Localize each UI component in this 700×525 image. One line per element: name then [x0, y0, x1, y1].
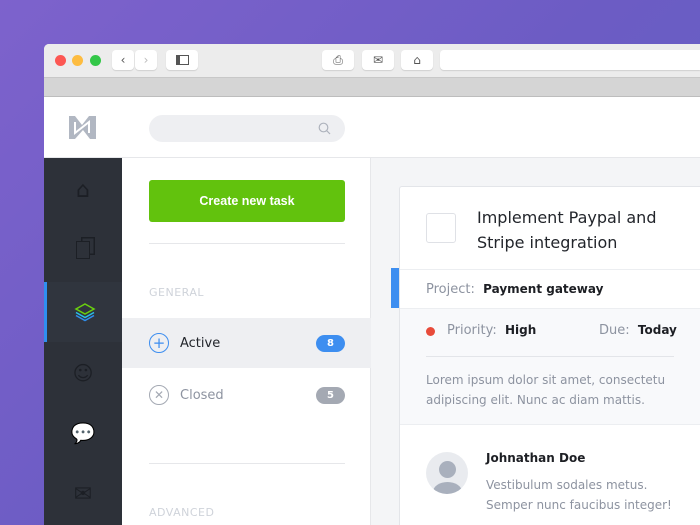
- sidebar-item-home[interactable]: ⌂: [44, 160, 122, 220]
- task-checkbox[interactable]: [426, 213, 456, 243]
- task-filter-panel: Create new task GENERAL + Active 8 ✕ Clo…: [122, 158, 371, 525]
- priority-value: High: [504, 323, 537, 337]
- sidebar-toggle-button[interactable]: [166, 50, 198, 70]
- task-card: Implement Paypal and Stripe integration …: [399, 186, 700, 525]
- tab-strip: [44, 78, 700, 97]
- due-value: Today: [637, 323, 677, 337]
- layers-icon: [73, 303, 96, 322]
- divider: [149, 243, 345, 244]
- filter-label: Closed: [180, 387, 224, 403]
- count-badge: 8: [316, 334, 345, 352]
- task-description: Lorem ipsum dolor sit amet, consectetu a…: [426, 373, 666, 407]
- home-icon: ⌂: [413, 53, 421, 67]
- avatar: [426, 452, 468, 494]
- priority: Priority: High: [447, 323, 536, 338]
- project-label: Project:: [426, 281, 475, 297]
- task-title: Implement Paypal and Stripe integration: [477, 208, 657, 252]
- chat-icon: 💬: [70, 421, 96, 445]
- section-advanced-heading: ADVANCED: [149, 506, 215, 519]
- print-button[interactable]: ⎙: [322, 50, 354, 70]
- due: Due: Today: [599, 323, 677, 338]
- create-task-button[interactable]: Create new task: [149, 180, 345, 222]
- main-content: Implement Paypal and Stripe integration …: [371, 158, 700, 525]
- divider: [426, 356, 674, 357]
- users-icon: ☺: [72, 361, 94, 385]
- filter-label: Active: [180, 335, 221, 351]
- app-header: [44, 97, 700, 158]
- sidebar-icon: [175, 55, 189, 65]
- documents-icon: [76, 241, 90, 259]
- task-details: Priority: High Due: Today Lorem ipsum do…: [400, 309, 700, 425]
- filter-item-closed[interactable]: ✕ Closed 5: [122, 370, 371, 420]
- sidebar-item-layers[interactable]: [44, 282, 122, 342]
- browser-window: ‹ › ⎙ ✉ ⌂ ⌂ ☺ 💬 ✉ Create new task GENERA…: [44, 44, 700, 525]
- sidebar-item-mail[interactable]: ✉: [44, 464, 122, 524]
- comment-author: Johnathan Doe: [486, 451, 586, 465]
- project-row: Project: Payment gateway: [400, 269, 700, 309]
- mail-button[interactable]: ✉: [362, 50, 394, 70]
- x-circle-icon: ✕: [149, 385, 169, 405]
- project-value[interactable]: Payment gateway: [483, 282, 603, 296]
- home-button[interactable]: ⌂: [401, 50, 433, 70]
- address-bar[interactable]: [440, 50, 700, 70]
- forward-button[interactable]: ›: [135, 50, 157, 70]
- filter-item-active[interactable]: + Active 8: [122, 318, 371, 368]
- sidebar-item-chat[interactable]: 💬: [44, 403, 122, 463]
- browser-titlebar: ‹ › ⎙ ✉ ⌂: [44, 44, 700, 78]
- back-button[interactable]: ‹: [112, 50, 134, 70]
- plus-circle-icon: +: [149, 333, 169, 353]
- sidebar-item-documents[interactable]: [44, 220, 122, 280]
- minimize-window-button[interactable]: [72, 55, 83, 66]
- search-input[interactable]: [149, 115, 345, 142]
- section-general-heading: GENERAL: [149, 286, 205, 299]
- sidebar: ⌂ ☺ 💬 ✉: [44, 158, 122, 525]
- selected-indicator: [391, 268, 399, 308]
- divider: [149, 463, 345, 464]
- priority-dot: [426, 327, 435, 336]
- app-logo[interactable]: [69, 116, 96, 139]
- search-icon: [318, 122, 331, 135]
- priority-label: Priority:: [447, 323, 497, 338]
- envelope-icon: ✉: [372, 53, 384, 67]
- printer-icon: ⎙: [333, 52, 343, 67]
- mail-icon: ✉: [73, 481, 93, 507]
- close-window-button[interactable]: [55, 55, 66, 66]
- due-label: Due:: [599, 323, 630, 338]
- maximize-window-button[interactable]: [90, 55, 101, 66]
- comment-text: Vestibulum sodales metus. Semper nunc fa…: [486, 478, 672, 512]
- sidebar-item-users[interactable]: ☺: [44, 343, 122, 403]
- home-icon: ⌂: [76, 177, 90, 203]
- count-badge: 5: [316, 386, 345, 404]
